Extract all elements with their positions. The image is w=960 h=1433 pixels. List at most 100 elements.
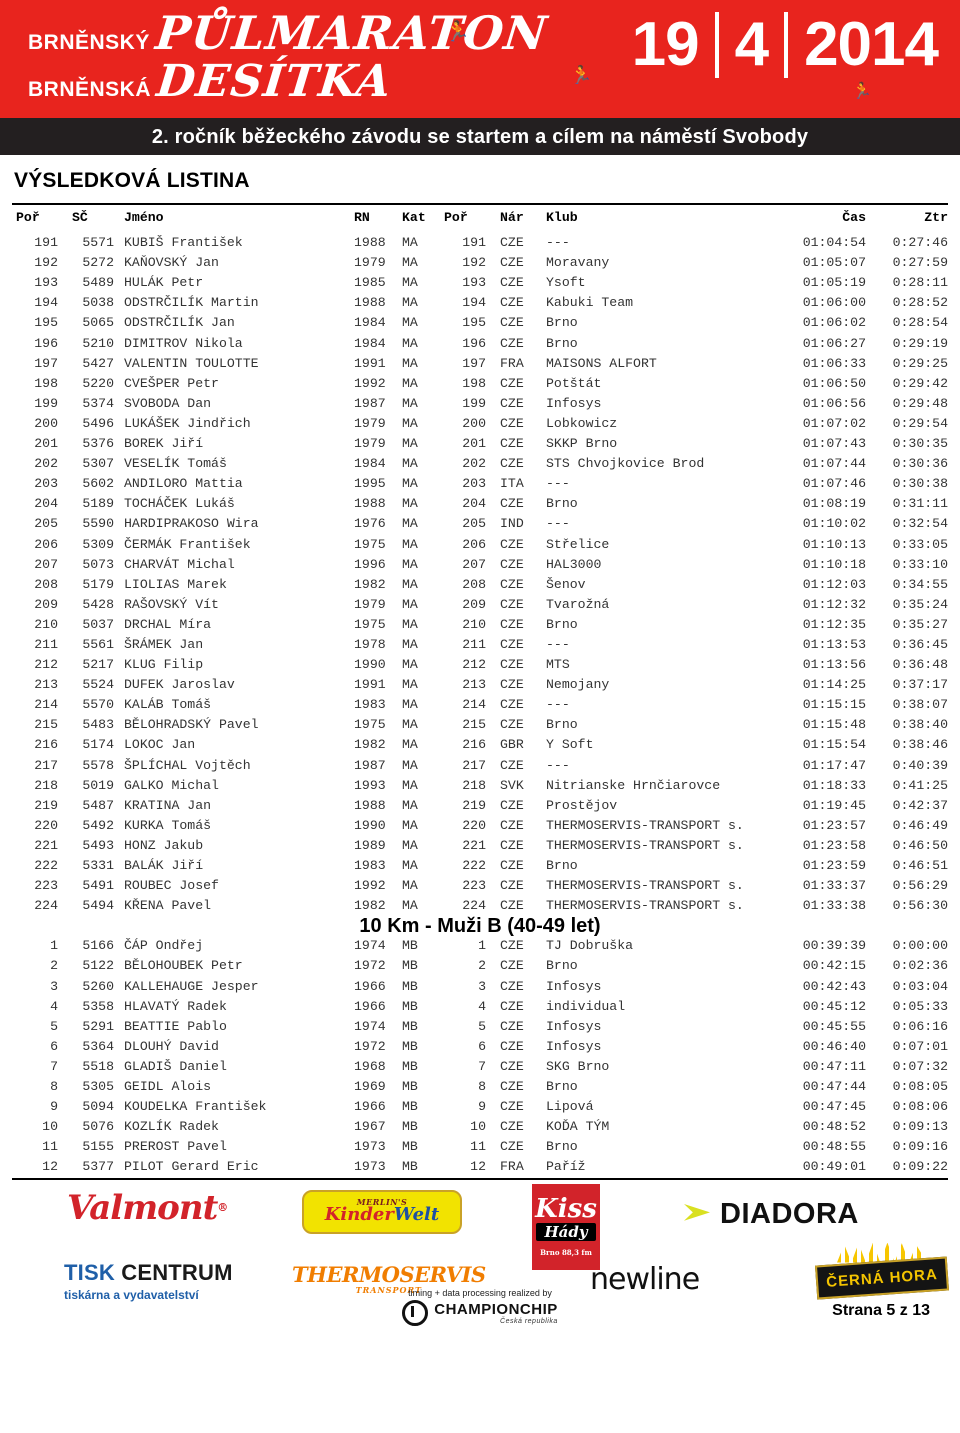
kinderwelt-logo: MERLIN'S KinderWelt: [302, 1189, 462, 1234]
cell-year: 1993: [354, 777, 386, 793]
cell-gap: 0:42:37: [892, 797, 948, 813]
cell-cat-place: 6: [478, 1038, 486, 1054]
cell-name: GALKO Michal: [124, 777, 219, 793]
cell-gap: 0:38:46: [892, 737, 948, 753]
cell-cat-place: 205: [462, 516, 486, 532]
cell-gap: 0:29:42: [892, 375, 948, 391]
cell-gap: 0:38:40: [892, 717, 948, 733]
cell-place: 224: [34, 898, 58, 914]
cell-bib: 5166: [82, 938, 114, 954]
cell-place: 1: [50, 938, 58, 954]
cell-place: 12: [42, 1159, 58, 1175]
cell-place: 200: [34, 415, 58, 431]
table-row: 209 5428 RAŠOVSKÝ Vít 1979 MA 209 CZE Tvarožná 0…: [12, 595, 948, 615]
cell-cat-place: 217: [462, 757, 486, 773]
cell-category: MA: [402, 395, 418, 411]
cell-gap: 0:27:46: [892, 235, 948, 251]
cell-cat-place: 10: [470, 1119, 486, 1135]
cell-place: 203: [34, 476, 58, 492]
logo-brnensky-text: BRNĚNSKÝ: [28, 31, 150, 54]
cell-name: HLAVATÝ Radek: [124, 998, 227, 1014]
cell-gap: 0:32:54: [892, 516, 948, 532]
table-row: 214 5570 KALÁB Tomáš 1983 MA 214 CZE --- 01:15:1…: [12, 695, 948, 715]
cell-category: MB: [402, 998, 418, 1014]
cell-category: MA: [402, 235, 418, 251]
cell-cat-place: 215: [462, 717, 486, 733]
cell-place: 221: [34, 837, 58, 853]
cell-time: 01:12:35: [802, 616, 866, 632]
cell-cat-place: 210: [462, 616, 486, 632]
cell-name: DLOUHÝ David: [124, 1038, 219, 1054]
cell-category: MB: [402, 1058, 418, 1074]
cell-name: ČÁP Ondřej: [124, 938, 204, 954]
cell-cat-place: 208: [462, 576, 486, 592]
table-row: 11 5155 PREROST Pavel 1973 MB 11 CZE Brno 00:48:…: [12, 1137, 948, 1157]
cell-nationality: CZE: [500, 1058, 524, 1074]
cell-cat-place: 214: [462, 697, 486, 713]
cell-name: SVOBODA Dan: [124, 395, 212, 411]
cell-bib: 5260: [82, 978, 114, 994]
cell-bib: 5358: [82, 998, 114, 1014]
cell-nationality: CZE: [500, 395, 524, 411]
cell-cat-place: 11: [470, 1139, 486, 1155]
cell-cat-place: 216: [462, 737, 486, 753]
valmont-logo-text: Valmont: [67, 1187, 218, 1228]
cell-club: individual: [546, 998, 626, 1014]
cell-time: 01:05:19: [802, 275, 866, 291]
cell-year: 1969: [354, 1079, 386, 1095]
cell-cat-place: 192: [462, 255, 486, 271]
cell-place: 201: [34, 436, 58, 452]
cell-gap: 0:30:36: [892, 456, 948, 472]
cell-club: MAISONS ALFORT: [546, 355, 657, 371]
cell-bib: 5487: [82, 797, 114, 813]
cell-bib: 5210: [82, 335, 114, 351]
cell-time: 01:07:44: [802, 456, 866, 472]
cell-name: ČERMÁK František: [124, 536, 251, 552]
cell-category: MA: [402, 636, 418, 652]
cell-gap: 0:35:27: [892, 616, 948, 632]
cell-gap: 0:34:55: [892, 576, 948, 592]
cell-category: MA: [402, 737, 418, 753]
cell-time: 01:08:19: [802, 496, 866, 512]
cell-place: 199: [34, 395, 58, 411]
table-row: 200 5496 LUKÁŠEK Jindřich 1979 MA 200 CZE Lobko…: [12, 414, 948, 434]
cell-category: MA: [402, 516, 418, 532]
cell-time: 00:48:52: [802, 1119, 866, 1135]
table-row: 211 5561 ŠRÁMEK Jan 1978 MA 211 CZE --- 01:13:53…: [12, 635, 948, 655]
cell-time: 00:45:12: [802, 998, 866, 1014]
cell-club: Tvarožná: [546, 596, 610, 612]
results-table-head: Poř SČ Jméno RN Kat Poř Nár Klub Čas Ztr: [12, 205, 948, 233]
column-header-cat-place: Poř: [444, 210, 468, 225]
cell-place: 212: [34, 657, 58, 673]
cell-name: GLADIŠ Daniel: [124, 1058, 227, 1074]
cell-name: DRCHAL Míra: [124, 616, 212, 632]
cell-club: TJ Dobruška: [546, 938, 634, 954]
logo-desitka-text: DESÍTKA: [154, 56, 395, 107]
cell-category: MA: [402, 837, 418, 853]
cell-gap: 0:28:52: [892, 295, 948, 311]
cell-club: THERMOSERVIS-TRANSPORT s.: [546, 817, 744, 833]
cell-category: MA: [402, 375, 418, 391]
cell-category: MA: [402, 797, 418, 813]
cell-nationality: CZE: [500, 315, 524, 331]
cell-year: 1988: [354, 295, 386, 311]
cell-time: 01:13:56: [802, 657, 866, 673]
cell-time: 01:33:37: [802, 878, 866, 894]
event-banner: BRNĚNSKÝ PŮLMARATON BRNĚNSKÁ DESÍTKA 🏃 🏃…: [0, 0, 960, 155]
tisk-word: TISK: [64, 1259, 115, 1285]
cell-cat-place: 7: [478, 1058, 486, 1074]
cell-bib: 5291: [82, 1018, 114, 1034]
diadora-arrow-icon: [684, 1204, 710, 1221]
cell-time: 01:23:57: [802, 817, 866, 833]
cell-time: 01:14:25: [802, 677, 866, 693]
cell-gap: 0:36:48: [892, 657, 948, 673]
cell-year: 1992: [354, 375, 386, 391]
cell-club: Brno: [546, 1079, 578, 1095]
cell-bib: 5524: [82, 677, 114, 693]
event-date-month: 4: [734, 10, 769, 79]
cell-club: ---: [546, 235, 570, 251]
cell-time: 00:42:15: [802, 958, 866, 974]
cell-club: Prostějov: [546, 797, 618, 813]
cell-place: 206: [34, 536, 58, 552]
cell-bib: 5331: [82, 858, 114, 873]
